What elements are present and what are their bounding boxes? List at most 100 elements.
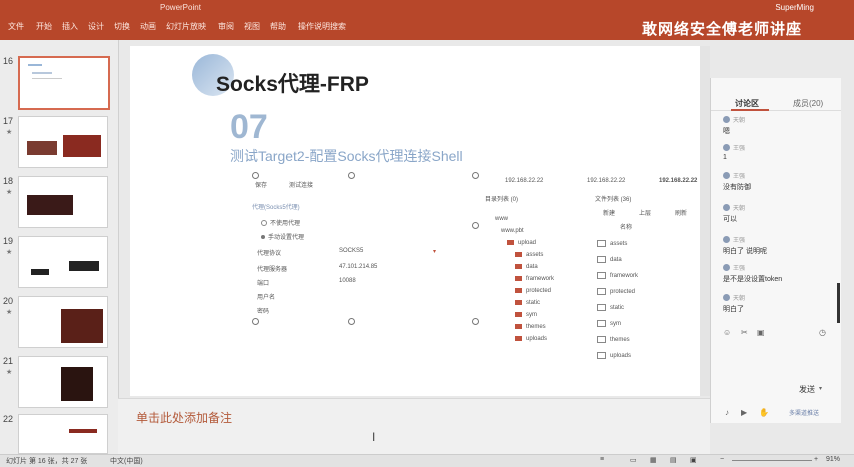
slide-thumbnail-20[interactable] xyxy=(18,296,108,348)
radio-icon xyxy=(261,220,267,227)
fm-tab: 192.168.22.22 xyxy=(505,178,544,184)
notes-pane[interactable]: 单击此处添加备注 xyxy=(118,398,710,455)
slide-thumbnail-panel[interactable]: 16 17 ★ 18 ★ 19 ★ 20 ★ 21 ★ 22 xyxy=(0,40,119,454)
reading-view-icon[interactable]: ▤ xyxy=(670,456,677,464)
folder-icon xyxy=(597,256,606,263)
folder-icon xyxy=(597,240,606,247)
slide-title[interactable]: Socks代理-FRP xyxy=(216,68,369,98)
tree-item: upload xyxy=(507,240,536,246)
slide-thumbnail-18[interactable] xyxy=(18,176,108,228)
status-bar: 幻灯片 第 16 张，共 27 张 中文(中国) ≡ ▭ ▦ ▤ ▣ − + 9… xyxy=(0,454,854,467)
slide-thumbnail-16[interactable] xyxy=(18,56,110,110)
ribbon-tab-design[interactable]: 设计 xyxy=(88,21,104,32)
avatar xyxy=(723,236,730,244)
notes-placeholder[interactable]: 单击此处添加备注 xyxy=(136,409,232,426)
zoom-out-icon[interactable]: − xyxy=(720,456,724,463)
port-label: 端口 xyxy=(257,281,270,287)
section-number[interactable]: 07 xyxy=(230,108,268,147)
folder-icon xyxy=(597,320,606,327)
hand-icon[interactable]: ✋ xyxy=(759,408,769,417)
tree-item-label: static xyxy=(526,300,541,307)
resize-handle[interactable] xyxy=(472,222,479,229)
ribbon-search[interactable]: 操作说明搜索 xyxy=(298,21,346,32)
dir-list-label: 目录列表 (0) xyxy=(485,197,519,203)
tree-item-label: themes xyxy=(526,324,546,331)
ribbon-tab-home[interactable]: 开始 xyxy=(36,21,52,32)
test-connection-button: 测试连接 xyxy=(289,183,314,189)
ribbon-tab-file[interactable]: 文件 xyxy=(8,21,24,32)
clock-icon[interactable]: ◷ xyxy=(819,328,826,337)
tree-item-label: uploads xyxy=(526,336,548,343)
tab-members[interactable]: 成员(20) xyxy=(793,98,823,109)
slide-canvas[interactable]: Socks代理-FRP 07 测试Target2-配置Socks代理连接Shel… xyxy=(130,46,710,396)
resize-handle[interactable] xyxy=(252,172,259,179)
message-text: 嗯 xyxy=(723,128,730,136)
zoom-level[interactable]: 91% xyxy=(826,456,840,463)
microphone-icon[interactable]: ♪ xyxy=(725,408,729,417)
file-name: sym xyxy=(610,321,621,328)
ribbon-tab-insert[interactable]: 插入 xyxy=(62,21,78,32)
avatar xyxy=(723,144,730,152)
emoji-icon[interactable]: ☺ xyxy=(723,328,731,337)
user-name[interactable]: SuperMing xyxy=(775,3,814,12)
slide-thumbnail-21[interactable] xyxy=(18,356,108,408)
resize-handle[interactable] xyxy=(348,172,355,179)
tree-item: framework xyxy=(515,276,554,282)
ribbon-tab-slideshow[interactable]: 幻灯片放映 xyxy=(166,21,206,32)
ribbon-tab-transitions[interactable]: 切换 xyxy=(114,21,130,32)
chevron-down-icon: ▾ xyxy=(433,249,437,255)
port-value: 10088 xyxy=(339,278,356,284)
ribbon-tab-animations[interactable]: 动画 xyxy=(140,21,156,32)
resize-handle[interactable] xyxy=(472,318,479,325)
radio-icon xyxy=(261,235,265,240)
sorter-view-icon[interactable]: ▦ xyxy=(650,456,657,464)
resize-handle[interactable] xyxy=(252,318,259,325)
folder-icon xyxy=(515,288,522,293)
tree-item: protected xyxy=(515,288,551,294)
server-value: 47.101.214.85 xyxy=(339,264,378,270)
chat-message: 天朝嗯 xyxy=(723,114,833,136)
send-options-icon[interactable]: ▾ xyxy=(819,385,822,392)
file-name: themes xyxy=(610,337,630,344)
bottom-link[interactable]: 多渠道推送 xyxy=(789,408,819,417)
send-button[interactable]: 发送 xyxy=(799,384,815,395)
zoom-in-icon[interactable]: + xyxy=(814,456,818,463)
ribbon-tab-help[interactable]: 帮助 xyxy=(270,21,286,32)
slide-thumbnail-17[interactable] xyxy=(18,116,108,168)
file-row: themes xyxy=(597,336,630,343)
image-icon[interactable]: ▣ xyxy=(757,328,765,337)
no-proxy-option: 不使用代理 xyxy=(261,218,300,227)
tab-discussion[interactable]: 讨论区 xyxy=(735,98,759,109)
slide-subtitle[interactable]: 测试Target2-配置Socks代理连接Shell xyxy=(230,146,463,166)
slide-thumbnail-22[interactable] xyxy=(18,414,108,454)
scissors-icon[interactable]: ✂ xyxy=(741,328,748,337)
resize-handle[interactable] xyxy=(348,318,355,325)
camera-icon[interactable]: ▶ xyxy=(741,408,747,417)
tree-item-label: data xyxy=(526,264,538,271)
password-label: 密码 xyxy=(257,309,270,315)
message-text: 明白了 说明呢 xyxy=(723,248,767,256)
ribbon-tab-review[interactable]: 审阅 xyxy=(218,21,234,32)
save-button: 保存 xyxy=(255,183,268,189)
slide-thumbnail-19[interactable] xyxy=(18,236,108,288)
language-indicator[interactable]: 中文(中国) xyxy=(110,456,143,466)
username-label: 用户名 xyxy=(257,295,276,301)
resize-handle[interactable] xyxy=(472,172,479,179)
zoom-slider[interactable] xyxy=(732,460,812,461)
slideshow-icon[interactable]: ▣ xyxy=(690,456,697,464)
normal-view-icon[interactable]: ▭ xyxy=(630,456,637,464)
message-text: 是不是没设置token xyxy=(723,276,783,284)
up-button: 上层 xyxy=(639,211,652,217)
thumb-number-21: 21 xyxy=(3,356,14,366)
chat-panel: 讨论区 成员(20) 天朝嗯 王强 1 王强 没有防御 天朝 可以 王强 明白了 说明呢… xyxy=(710,78,841,423)
slide-scrollbar[interactable] xyxy=(700,46,710,396)
thumb-star-20: ★ xyxy=(6,309,13,316)
refresh-button: 刷新 xyxy=(675,211,688,217)
avatar xyxy=(723,264,730,272)
notes-icon[interactable]: ≡ xyxy=(600,456,604,463)
folder-icon xyxy=(515,336,522,341)
folder-icon xyxy=(597,352,606,359)
ribbon-tab-view[interactable]: 视图 xyxy=(244,21,260,32)
thumb-number-20: 20 xyxy=(3,296,14,306)
chat-scrollbar[interactable] xyxy=(837,283,840,323)
